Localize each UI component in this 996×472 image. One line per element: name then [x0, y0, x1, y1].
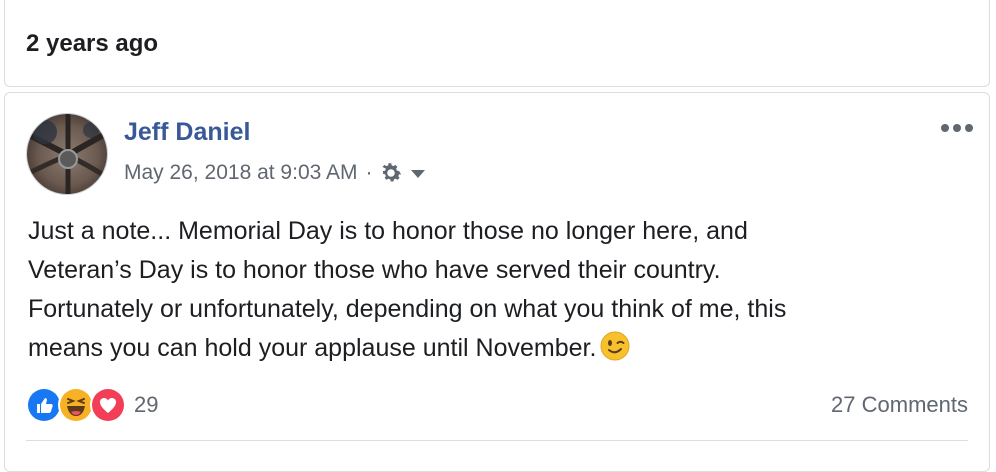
- post-meta: May 26, 2018 at 9:03 AM ·: [124, 160, 428, 186]
- avatar-image: [27, 114, 107, 194]
- chevron-down-icon[interactable]: [408, 163, 428, 183]
- haha-icon: [58, 387, 94, 423]
- reaction-count[interactable]: 29: [134, 392, 158, 418]
- footer-divider: [26, 440, 968, 441]
- author-name-link[interactable]: Jeff Daniel: [124, 118, 250, 147]
- more-options-icon[interactable]: [940, 118, 974, 138]
- avatar[interactable]: [26, 113, 108, 195]
- comments-count-link[interactable]: 27 Comments: [831, 392, 968, 418]
- like-icon: [26, 387, 62, 423]
- winking-face-icon: [600, 331, 630, 361]
- memory-date-label: 2 years ago: [26, 30, 159, 57]
- post-body: Just a note... Memorial Day is to honor …: [28, 212, 968, 368]
- reaction-summary[interactable]: 29: [26, 386, 158, 424]
- love-icon: [90, 387, 126, 423]
- gear-icon[interactable]: [378, 160, 404, 186]
- post-timestamp[interactable]: May 26, 2018 at 9:03 AM: [124, 161, 357, 185]
- meta-separator: ·: [365, 161, 373, 184]
- post-text: Just a note... Memorial Day is to honor …: [28, 217, 787, 362]
